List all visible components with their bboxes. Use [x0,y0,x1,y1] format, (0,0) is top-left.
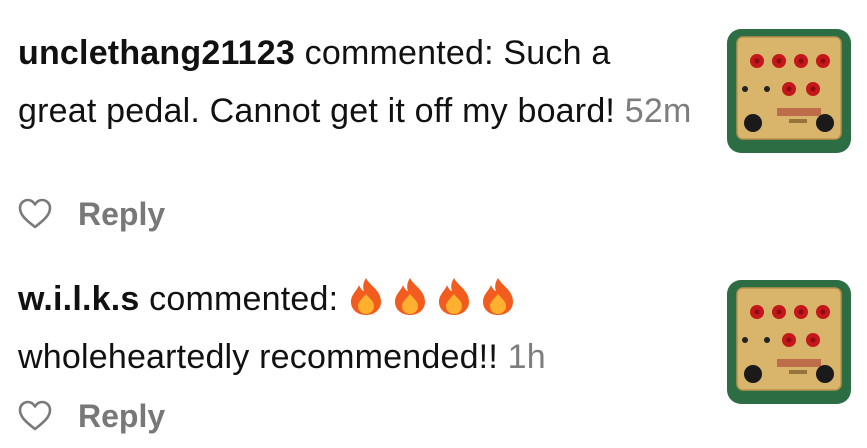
comment-action: commented: [295,34,504,72]
heart-outline-icon[interactable] [18,198,52,230]
guitar-pedal-thumbnail[interactable] [727,280,851,404]
guitar-pedal-thumbnail[interactable] [727,29,851,153]
comment-notification[interactable]: unclethang21123 commented: Such a great … [0,0,867,250]
pedal-image [736,36,842,140]
fire-emoji-icon [350,278,381,315]
pedal-image [736,287,842,391]
reply-button[interactable]: Reply [78,196,165,233]
comment-actions: Reply [18,396,165,436]
comment-username[interactable]: w.i.l.k.s [18,280,139,318]
comment-notification[interactable]: w.i.l.k.s commented: wholeheartedly reco… [0,250,867,448]
fire-emojis [348,278,524,318]
fire-emoji-icon [394,278,425,315]
comment-body: wholeheartedly recommended!! [18,338,498,376]
comment-time: 52m [624,92,692,130]
fire-emoji-icon [482,278,513,315]
comment-username[interactable]: unclethang21123 [18,34,295,72]
fire-emoji-icon [438,278,469,315]
comment-time: 1h [507,338,546,376]
comment-text-block[interactable]: w.i.l.k.s commented: wholeheartedly reco… [18,270,698,386]
comment-actions: Reply [18,194,165,234]
heart-outline-icon[interactable] [18,400,52,432]
reply-button[interactable]: Reply [78,398,165,435]
comment-text-block[interactable]: unclethang21123 commented: Such a great … [18,24,698,140]
comment-action: commented: [139,280,348,318]
